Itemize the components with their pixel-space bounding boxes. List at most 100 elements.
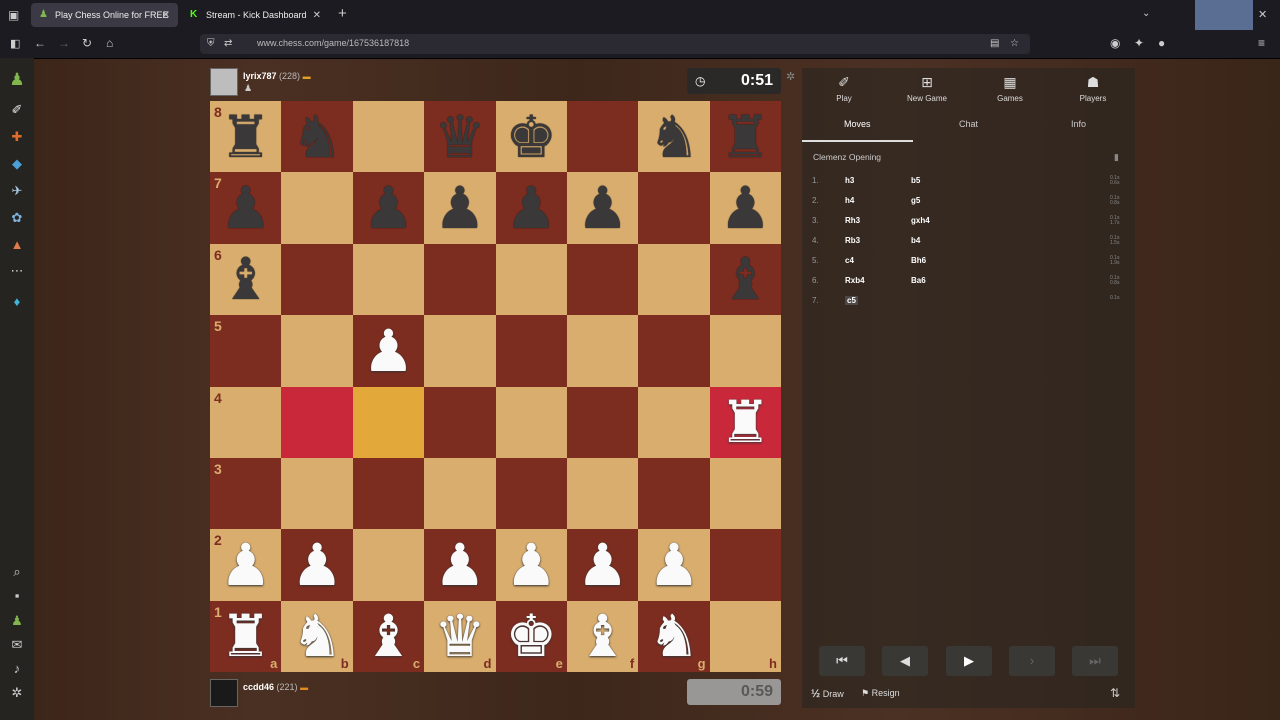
- reader-icon[interactable]: ▤: [990, 37, 999, 51]
- close-icon[interactable]: ✕: [1258, 8, 1267, 22]
- friends-icon[interactable]: ♟: [9, 613, 25, 629]
- square-h4[interactable]: ♜: [709, 386, 781, 458]
- square-b5[interactable]: [281, 315, 353, 387]
- square-d1[interactable]: d ♛: [424, 600, 496, 672]
- diamond-icon[interactable]: ♦: [9, 294, 25, 310]
- next-move-button-play[interactable]: ▶: [946, 646, 992, 676]
- white-move[interactable]: c4: [845, 256, 854, 265]
- square-a2[interactable]: 2 ♟: [210, 529, 282, 601]
- white-rook[interactable]: ♜: [220, 607, 272, 665]
- tab-info[interactable]: Info: [1071, 119, 1086, 129]
- white-pawn[interactable]: ♟: [434, 536, 486, 594]
- white-pawn[interactable]: ♟: [577, 536, 629, 594]
- black-queen[interactable]: ♛: [434, 108, 486, 166]
- book-icon[interactable]: ▮: [1114, 152, 1119, 163]
- white-knight[interactable]: ♞: [648, 607, 700, 665]
- white-pawn[interactable]: ♟: [362, 322, 414, 380]
- extension-icon[interactable]: ◉: [1110, 36, 1120, 50]
- flip-board-icon[interactable]: ⇅: [1110, 686, 1120, 700]
- square-b3[interactable]: [281, 457, 353, 530]
- reload-icon[interactable]: ↻: [82, 36, 92, 50]
- star-icon[interactable]: ☆: [1010, 37, 1019, 51]
- chess-logo-icon[interactable]: ♟: [9, 71, 25, 88]
- black-move[interactable]: Ba6: [911, 276, 926, 285]
- last-move-button[interactable]: ⏭: [1072, 646, 1118, 676]
- black-pawn[interactable]: ♟: [577, 179, 629, 237]
- square-d4[interactable]: [424, 386, 496, 458]
- menu-icon[interactable]: ≡: [1258, 36, 1265, 50]
- puzzles-icon[interactable]: ✚: [9, 129, 25, 145]
- learn-icon[interactable]: ◆: [9, 156, 25, 172]
- white-move[interactable]: h3: [845, 176, 854, 185]
- opponent-username[interactable]: lyrix787: [243, 71, 277, 81]
- square-f1[interactable]: f ♝: [566, 600, 639, 672]
- chess-board[interactable]: 8 ♜ ♞ ♛ ♚ ♞ ♜ 7 ♟ ♟ ♟ ♟ ♟ ♟ 6 ♝ ♝ 5 ♟ 4 ♜ 3 2 ♟ ♟ ♟ ♟ ♟ ♟ 1 a ♜ b ♞ c ♝ d ♛ e ♚…: [210, 101, 781, 672]
- square-d6[interactable]: [424, 243, 496, 316]
- square-d2[interactable]: ♟: [424, 529, 496, 601]
- square-g3[interactable]: [638, 457, 710, 530]
- player-avatar[interactable]: [210, 679, 238, 707]
- square-f3[interactable]: [566, 457, 639, 530]
- black-move[interactable]: g5: [911, 196, 920, 205]
- watch-icon[interactable]: ✈: [9, 183, 25, 199]
- black-move[interactable]: b5: [911, 176, 920, 185]
- profile-icon[interactable]: ▪: [9, 588, 25, 604]
- square-a4[interactable]: 4: [210, 386, 282, 458]
- square-b6[interactable]: [281, 243, 353, 316]
- square-e4[interactable]: [495, 386, 567, 458]
- first-move-button[interactable]: ⏮: [819, 646, 865, 676]
- white-pawn[interactable]: ♟: [220, 536, 272, 594]
- square-f5[interactable]: [566, 315, 639, 387]
- black-bishop[interactable]: ♝: [220, 250, 272, 308]
- square-c7[interactable]: ♟: [352, 172, 425, 244]
- square-b8[interactable]: ♞: [281, 101, 353, 173]
- black-pawn[interactable]: ♟: [434, 179, 486, 237]
- tab-moves[interactable]: Moves: [844, 119, 871, 129]
- square-g2[interactable]: ♟: [638, 529, 710, 601]
- square-e6[interactable]: [495, 243, 567, 316]
- square-h1[interactable]: h: [709, 600, 781, 672]
- more-icon[interactable]: ⋯: [9, 263, 25, 279]
- tab-chat[interactable]: Chat: [959, 119, 978, 129]
- square-c2[interactable]: [352, 529, 425, 601]
- tab-play-chess[interactable]: ♟ Play Chess Online for FREE ✕: [31, 3, 178, 27]
- white-knight[interactable]: ♞: [291, 607, 343, 665]
- forward-icon[interactable]: →: [58, 36, 70, 50]
- square-h5[interactable]: [709, 315, 781, 387]
- square-c8[interactable]: [352, 101, 425, 173]
- square-e7[interactable]: ♟: [495, 172, 567, 244]
- square-g6[interactable]: [638, 243, 710, 316]
- white-pawn[interactable]: ♟: [648, 536, 700, 594]
- opponent-avatar[interactable]: [210, 68, 238, 96]
- next-move-button[interactable]: ›: [1009, 646, 1055, 676]
- square-h8[interactable]: ♜: [709, 101, 781, 173]
- black-move[interactable]: Bh6: [911, 256, 926, 265]
- white-bishop[interactable]: ♝: [577, 607, 629, 665]
- social-icon[interactable]: ✿: [9, 210, 25, 226]
- black-move[interactable]: b4: [911, 236, 920, 245]
- tab-new-game[interactable]: ⊞ New Game: [887, 74, 967, 103]
- tab-play[interactable]: ✐ Play: [804, 74, 884, 103]
- square-g1[interactable]: g ♞: [638, 600, 710, 672]
- tab-games[interactable]: ▦ Games: [970, 74, 1050, 103]
- square-c6[interactable]: [352, 243, 425, 316]
- square-a3[interactable]: 3: [210, 457, 282, 530]
- chevron-down-icon[interactable]: ⌄: [1142, 7, 1150, 21]
- white-rook[interactable]: ♜: [719, 393, 771, 451]
- black-pawn[interactable]: ♟: [505, 179, 557, 237]
- opponent-name[interactable]: lyrix787 (228) ▬: [243, 71, 311, 81]
- square-e3[interactable]: [495, 457, 567, 530]
- player-name[interactable]: ccdd46 (221) ▬: [243, 682, 308, 692]
- tab-players[interactable]: ☗ Players: [1053, 74, 1133, 103]
- black-knight[interactable]: ♞: [291, 108, 343, 166]
- black-pawn[interactable]: ♟: [362, 179, 414, 237]
- settings-icon[interactable]: ✲: [9, 685, 25, 701]
- white-move[interactable]: Rxb4: [845, 276, 865, 285]
- close-icon[interactable]: ✕: [313, 10, 321, 21]
- news-icon[interactable]: ▲: [9, 237, 25, 253]
- square-f8[interactable]: [566, 101, 639, 173]
- square-f6[interactable]: [566, 243, 639, 316]
- sidebar-toggle-icon[interactable]: ◧: [10, 37, 20, 51]
- square-e2[interactable]: ♟: [495, 529, 567, 601]
- white-king[interactable]: ♚: [505, 607, 557, 665]
